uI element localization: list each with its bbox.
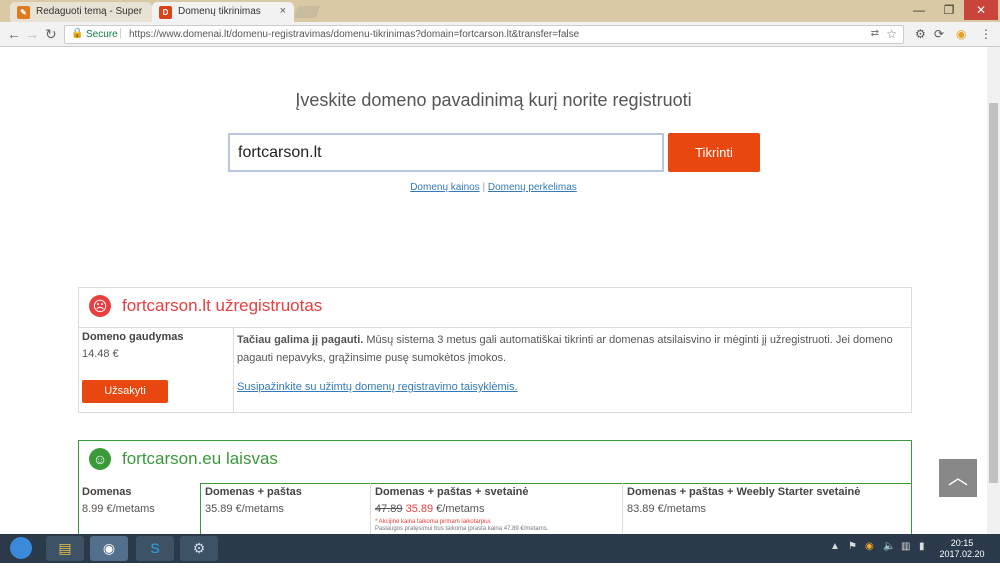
restore-icon[interactable]: ❐ bbox=[934, 0, 964, 20]
promo-note-1: * Akcijinė kaina taikoma pirmam laikotar… bbox=[375, 519, 492, 525]
skype-icon[interactable]: S bbox=[136, 536, 174, 561]
plan-name: Domenas + paštas + Weebly Starter svetai… bbox=[627, 486, 861, 498]
taken-title: fortcarson.lt užregistruotas bbox=[122, 296, 323, 315]
page-title: Įveskite domeno pavadinimą kurį norite r… bbox=[295, 90, 692, 110]
new-tab-button[interactable] bbox=[293, 6, 321, 18]
start-button[interactable] bbox=[2, 534, 40, 563]
plan-name: Domenas bbox=[82, 486, 132, 498]
catch-label: Domeno gaudymas bbox=[82, 331, 184, 343]
clock[interactable]: 20:15 2017.02.20 bbox=[936, 538, 988, 560]
plan-name: Domenas + paštas + svetainė bbox=[375, 486, 529, 498]
scrollbar-thumb[interactable] bbox=[989, 103, 998, 483]
check-button[interactable]: Tikrinti bbox=[668, 133, 760, 172]
sync-icon[interactable]: ⟳ bbox=[934, 27, 944, 41]
scroll-top-button[interactable]: ︿ bbox=[939, 459, 977, 497]
free-title: fortcarson.eu laisvas bbox=[122, 449, 278, 468]
promo-note: * Akcijinė kaina taikoma pirmam laikotar… bbox=[375, 519, 548, 533]
order-button[interactable]: Užsakyti bbox=[82, 380, 168, 403]
separator: | bbox=[119, 27, 122, 39]
rules-link[interactable]: Susipažinkite su užimtų domenų registrav… bbox=[237, 381, 518, 393]
minimize-icon[interactable]: — bbox=[904, 0, 934, 20]
back-icon[interactable]: ← bbox=[7, 26, 21, 42]
tab-label: Redaguoti temą - Super bbox=[36, 6, 143, 17]
new-price: 35.89 bbox=[405, 503, 434, 515]
reload-icon[interactable]: ↻ bbox=[45, 26, 57, 43]
tab-strip: ✎ Redaguoti temą - Super D Domenų tikrin… bbox=[0, 0, 1000, 22]
url-text: https://www.domenai.lt/domenu-registravi… bbox=[129, 29, 580, 40]
star-icon[interactable]: ☆ bbox=[886, 27, 897, 41]
explorer-icon[interactable]: ▤ bbox=[46, 536, 84, 561]
close-window-icon[interactable]: ✕ bbox=[964, 0, 998, 20]
plan-price: 83.89 €/metams bbox=[627, 503, 706, 515]
tab-redaguoti[interactable]: ✎ Redaguoti temą - Super bbox=[10, 2, 152, 22]
old-price: 47.89 bbox=[375, 503, 403, 515]
tab-label: Domenų tikrinimas bbox=[178, 6, 261, 17]
tab-domenu-tikrinimas[interactable]: D Domenų tikrinimas × bbox=[152, 2, 294, 22]
chrome-icon[interactable]: ◉ bbox=[90, 536, 128, 561]
cast-icon[interactable]: ◉ bbox=[956, 27, 966, 41]
forward-icon[interactable]: → bbox=[25, 26, 39, 42]
steam-icon[interactable]: ⚙ bbox=[180, 536, 218, 561]
network-icon[interactable]: ▥ bbox=[901, 541, 910, 552]
catch-price: 14.48 € bbox=[82, 348, 119, 360]
flag-icon[interactable]: ⚑ bbox=[848, 541, 857, 552]
plan-price: 8.99 €/metams bbox=[82, 503, 155, 515]
price-suffix: €/metams bbox=[433, 503, 485, 515]
smile-face-icon: ☺ bbox=[89, 448, 111, 470]
plan-price: 35.89 €/metams bbox=[205, 503, 284, 515]
promo-note-2: Paslaugos pratęsimui bus taikoma įprasta… bbox=[375, 526, 549, 532]
secure-label: Secure bbox=[86, 29, 118, 40]
favicon-icon: D bbox=[159, 6, 172, 19]
helper-links: Domenų kainos | Domenų perkelimas bbox=[0, 182, 987, 193]
lock-icon: 🔒 bbox=[71, 28, 84, 39]
extension-icon[interactable]: ⚙ bbox=[915, 27, 926, 41]
menu-icon[interactable]: ⋮ bbox=[980, 27, 992, 41]
plan-price-promo: 47.89 35.89 €/metams bbox=[375, 503, 484, 515]
link-separator: | bbox=[482, 182, 486, 193]
domain-search-input[interactable]: fortcarson.lt bbox=[228, 133, 664, 172]
address-bar[interactable]: 🔒 Secure | https://www.domenai.lt/domenu… bbox=[64, 25, 904, 44]
taken-description: Tačiau galima jį pagauti. Mūsų sistema 3… bbox=[237, 331, 905, 367]
desc-bold: Tačiau galima jį pagauti. bbox=[237, 334, 364, 346]
power-icon[interactable]: ▮ bbox=[919, 541, 925, 552]
time: 20:15 bbox=[950, 538, 974, 548]
translate-icon[interactable]: ⇄ bbox=[871, 28, 879, 39]
favicon-icon: ✎ bbox=[17, 6, 30, 19]
transfer-link[interactable]: Domenų perkelimas bbox=[488, 182, 577, 193]
close-icon[interactable]: × bbox=[280, 5, 286, 17]
plan-name: Domenas + paštas bbox=[205, 486, 302, 498]
date: 2017.02.20 bbox=[939, 549, 985, 559]
tray-app-icon[interactable]: ◉ bbox=[865, 541, 874, 552]
volume-icon[interactable]: 🔈 bbox=[883, 541, 895, 552]
sad-face-icon: ☹ bbox=[89, 295, 111, 317]
tray-expand-icon[interactable]: ▲ bbox=[830, 541, 840, 552]
prices-link[interactable]: Domenų kainos bbox=[410, 182, 479, 193]
